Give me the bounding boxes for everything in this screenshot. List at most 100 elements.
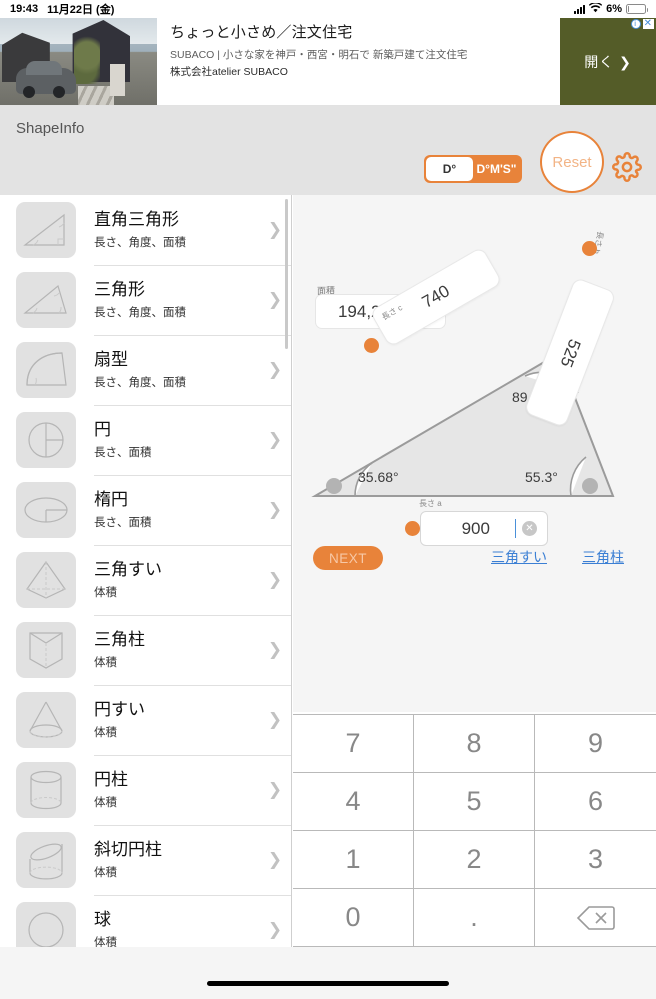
circle-icon: [16, 412, 76, 468]
side-a-handle[interactable]: [405, 521, 420, 536]
ad-info-icon[interactable]: i: [630, 19, 641, 29]
reset-button[interactable]: Reset: [540, 131, 604, 193]
key-8[interactable]: 8: [414, 715, 535, 773]
status-time: 19:43: [10, 3, 39, 15]
ad-close-icon[interactable]: ✕: [642, 19, 654, 29]
status-bar-left: 19:43 11月22日 (金): [10, 1, 114, 17]
sidebar-item-9[interactable]: 円柱体積 ❯: [0, 755, 291, 825]
sidebar-item-title: 直角三角形: [94, 210, 179, 230]
vertex-handle-bottom-left[interactable]: [326, 478, 342, 494]
chevron-right-icon: ❯: [267, 920, 283, 939]
sidebar-item-5[interactable]: 楕円 長さ、面積 ❯: [0, 475, 291, 545]
status-bar: 19:43 11月22日 (金) 6%: [0, 0, 656, 18]
cone-icon: [16, 692, 76, 748]
key-2[interactable]: 2: [414, 831, 535, 889]
key-5[interactable]: 5: [414, 773, 535, 831]
sidebar-item-subtitle: 長さ、角度、面積: [94, 236, 186, 249]
vertex-handle-bottom-right[interactable]: [582, 478, 598, 494]
sidebar-item-title: 円柱: [94, 770, 128, 790]
sidebar-item-11[interactable]: 球体積 ❯: [0, 895, 291, 947]
side-b-handle[interactable]: [582, 241, 597, 256]
key-0[interactable]: 0: [293, 889, 414, 947]
sidebar-item-subtitle: 長さ、面積: [94, 516, 152, 529]
sidebar-item-subtitle: 体積: [94, 796, 117, 809]
cylinder-icon: [16, 762, 76, 818]
next-label: NEXT: [328, 550, 367, 566]
angle-mode-degrees[interactable]: D°: [426, 157, 473, 181]
key-7[interactable]: 7: [293, 715, 414, 773]
sidebar-item-text: 扇型長さ、角度、面積: [76, 350, 265, 390]
key-1[interactable]: 1: [293, 831, 414, 889]
app-root: 19:43 11月22日 (金) 6% ちょっと小さめ／注文住宅 SUBACO …: [0, 0, 656, 999]
key-3[interactable]: 3: [535, 831, 656, 889]
triangular-pyramid-icon: [16, 552, 76, 608]
sidebar-item-title: 円すい: [94, 700, 145, 720]
home-indicator[interactable]: [207, 981, 449, 986]
shape-list-sidebar[interactable]: 直角三角形 長さ、角度、面積 ❯ 三角形 長さ、角度、面積 ❯ 扇型 長さ、角度、面積 ❯ 円長さ…: [0, 195, 292, 947]
side-a-input[interactable]: 900 ✕: [420, 511, 548, 546]
side-a-label: 長さ a: [419, 499, 442, 508]
sphere-icon: [16, 902, 76, 947]
ad-cta-button[interactable]: i ✕ 開く ❯: [560, 18, 656, 105]
sidebar-item-text: 楕円 長さ、面積: [76, 490, 265, 530]
side-c-handle[interactable]: [364, 338, 379, 353]
sidebar-scrollbar[interactable]: [285, 199, 288, 349]
ad-banner[interactable]: ちょっと小さめ／注文住宅 SUBACO | 小さな家を神戸・西宮・明石で 新築戸…: [0, 18, 656, 106]
sidebar-item-7[interactable]: 三角柱 体積 ❯: [0, 615, 291, 685]
sidebar-item-10[interactable]: 斜切円柱体積 ❯: [0, 825, 291, 895]
ad-cta-label: 開く ❯: [584, 54, 632, 70]
wifi-icon: [589, 1, 603, 16]
chevron-right-icon: ❯: [267, 780, 283, 799]
key-.[interactable]: .: [414, 889, 535, 947]
key-6[interactable]: 6: [535, 773, 656, 831]
sidebar-item-subtitle: 体積: [94, 936, 117, 947]
link-triangular-pyramid[interactable]: 三角すい: [491, 547, 547, 567]
next-button[interactable]: NEXT: [313, 546, 383, 570]
sidebar-item-text: 円長さ、面積: [76, 420, 265, 460]
backspace-key[interactable]: [535, 889, 656, 947]
sidebar-item-title: 斜切円柱: [94, 840, 162, 860]
triangular-prism-icon: [16, 622, 76, 678]
text-cursor: [514, 519, 516, 538]
chevron-right-icon: ❯: [267, 850, 283, 869]
ad-text-body[interactable]: ちょっと小さめ／注文住宅 SUBACO | 小さな家を神戸・西宮・明石で 新築戸…: [157, 18, 560, 105]
sidebar-item-subtitle: 長さ、角度、面積: [94, 376, 186, 389]
ad-title: ちょっと小さめ／注文住宅: [170, 24, 353, 41]
angle-mode-segmented-control[interactable]: D° D°M'S": [424, 155, 522, 183]
sidebar-item-8[interactable]: 円すい 体積 ❯: [0, 685, 291, 755]
sidebar-item-3[interactable]: 扇型 長さ、角度、面積 ❯: [0, 335, 291, 405]
sidebar-item-text: 直角三角形長さ、角度、面積: [76, 210, 265, 250]
ad-description: SUBACO | 小さな家を神戸・西宮・明石で 新築戸建て注文住宅: [170, 48, 468, 61]
numeric-keypad[interactable]: 789 456 123 0.: [293, 714, 656, 947]
chevron-right-icon: ❯: [267, 500, 283, 519]
ad-thumbnail-image[interactable]: [0, 18, 157, 105]
sidebar-item-text: 三角柱 体積: [76, 630, 265, 670]
angle-bottom-left: 35.68°: [358, 469, 399, 485]
clear-field-icon[interactable]: ✕: [522, 521, 537, 536]
side-b-value: 525: [556, 336, 585, 370]
sidebar-item-subtitle: 体積: [94, 866, 117, 879]
sidebar-item-1[interactable]: 直角三角形 長さ、角度、面積 ❯: [0, 195, 291, 265]
sidebar-item-text: 三角すい 体積: [76, 560, 265, 600]
sidebar-item-subtitle: 体積: [94, 726, 117, 739]
battery-percent: 6%: [606, 3, 622, 15]
sidebar-item-6[interactable]: 三角すい 体積 ❯: [0, 545, 291, 615]
key-4[interactable]: 4: [293, 773, 414, 831]
oblique-cylinder-icon: [16, 832, 76, 888]
ad-badges[interactable]: i ✕: [630, 19, 654, 29]
backspace-icon: [576, 905, 615, 930]
chevron-right-icon: ❯: [267, 640, 283, 659]
gear-icon[interactable]: [612, 152, 642, 182]
sidebar-item-subtitle: 体積: [94, 656, 117, 669]
link-triangular-prism[interactable]: 三角柱: [582, 547, 624, 567]
sidebar-item-title: 扇型: [94, 350, 128, 370]
angle-mode-dms[interactable]: D°M'S": [473, 157, 520, 181]
sidebar-item-title: 楕円: [94, 490, 128, 510]
triangle-diagram[interactable]: 35.68° 89.02° 55.3° 740 長さ c 525 長さ b 長さ…: [293, 195, 656, 712]
side-a-value: 900: [461, 518, 490, 538]
sector-icon: [16, 342, 76, 398]
key-9[interactable]: 9: [535, 715, 656, 773]
sidebar-item-title: 円: [94, 420, 111, 440]
sidebar-item-2[interactable]: 三角形 長さ、角度、面積 ❯: [0, 265, 291, 335]
sidebar-item-4[interactable]: 円長さ、面積 ❯: [0, 405, 291, 475]
